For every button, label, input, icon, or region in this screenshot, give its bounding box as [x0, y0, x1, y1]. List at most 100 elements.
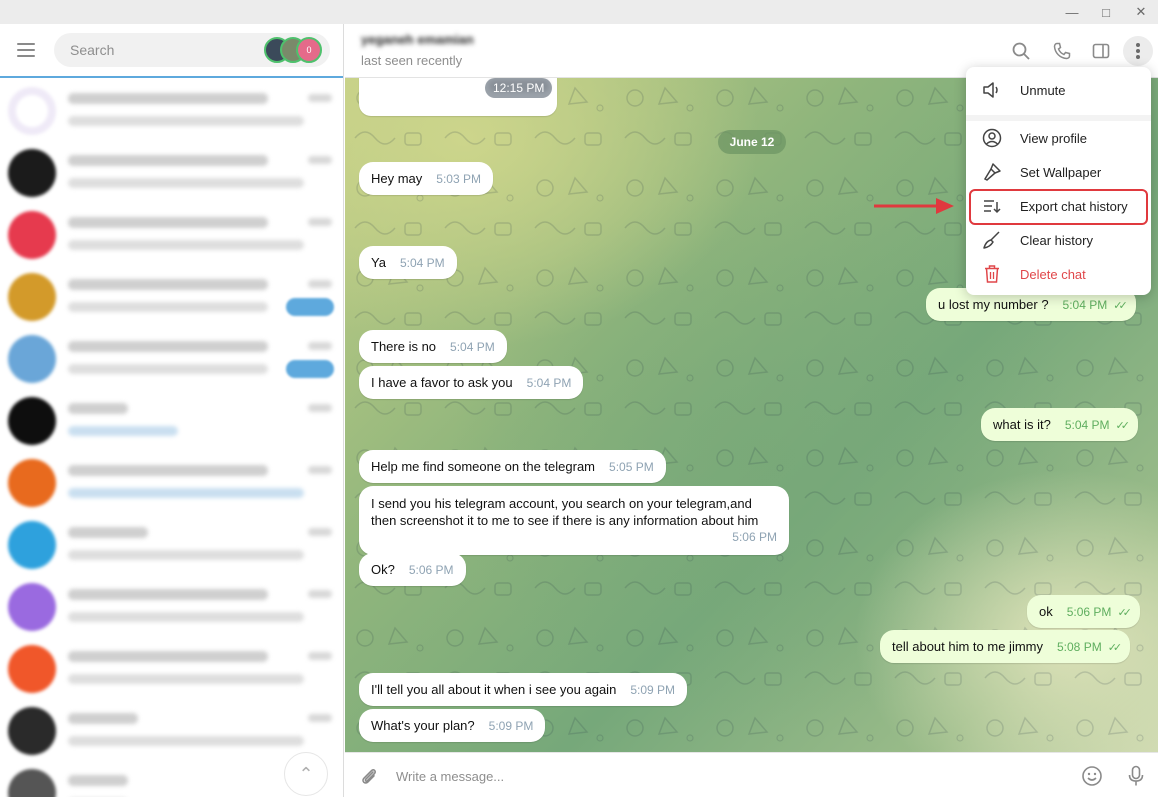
chat-date-blurred	[308, 342, 332, 350]
search-icon[interactable]	[1008, 38, 1034, 64]
message-time: 5:03 PM	[436, 172, 481, 186]
message-outgoing[interactable]: what is it? 5:04 PM ✓✓	[981, 408, 1138, 441]
message-incoming[interactable]: Hey may 5:03 PM	[359, 162, 493, 195]
chat-list-item[interactable]	[0, 452, 343, 514]
annotation-arrow-icon	[874, 198, 954, 214]
message-outgoing[interactable]: ok 5:06 PM ✓✓	[1027, 595, 1140, 628]
chat-preview-blurred	[68, 674, 304, 684]
chat-preview-blurred	[68, 302, 268, 312]
microphone-icon[interactable]	[1124, 764, 1148, 788]
menu-item-view-profile[interactable]: View profile	[966, 121, 1151, 155]
chat-title-blurred	[68, 651, 268, 662]
broom-icon	[982, 230, 1002, 250]
message-text: ok	[1039, 604, 1053, 619]
minimize-button[interactable]: —	[1062, 2, 1082, 22]
chat-list-item[interactable]	[0, 328, 343, 390]
chat-preview-blurred	[68, 736, 304, 746]
avatar	[8, 273, 56, 321]
read-checkmarks-icon: ✓✓	[1113, 300, 1128, 312]
message-time: 5:09 PM	[488, 719, 534, 733]
chat-list-item[interactable]	[0, 390, 343, 452]
chat-list-item[interactable]	[0, 514, 343, 576]
avatar	[8, 521, 56, 569]
chat-list-item[interactable]	[0, 700, 343, 762]
message-text: tell about him to me jimmy	[892, 639, 1043, 654]
avatar	[8, 707, 56, 755]
attach-icon[interactable]	[357, 764, 381, 788]
message-time: 5:04 PM	[1062, 298, 1108, 312]
chat-preview-blurred	[68, 178, 304, 188]
menu-item-clear-history[interactable]: Clear history	[966, 223, 1151, 257]
message-incoming[interactable]: I send you his telegram account, you sea…	[359, 486, 789, 555]
search-placeholder: Search	[70, 42, 115, 58]
chat-title-blurred	[68, 341, 268, 352]
phone-icon[interactable]	[1049, 38, 1075, 64]
chat-title-blurred	[68, 155, 268, 166]
brush-icon	[982, 162, 1002, 182]
sidebar-toggle-icon[interactable]	[1088, 38, 1114, 64]
chat-list-item[interactable]	[0, 80, 343, 142]
message-incoming[interactable]: What's your plan? 5:09 PM	[359, 709, 546, 742]
avatar	[8, 769, 56, 797]
message-incoming[interactable]: I have a favor to ask you 5:04 PM	[359, 366, 584, 399]
stories-strip[interactable]: 0	[264, 37, 326, 63]
maximize-button[interactable]: □	[1096, 2, 1116, 22]
contact-name[interactable]: yeganeh emamian	[361, 32, 474, 47]
menu-item-delete-chat[interactable]: Delete chat	[966, 257, 1151, 291]
message-input[interactable]: Write a message...	[396, 769, 504, 784]
message-incoming[interactable]: Help me find someone on the telegram 5:05…	[359, 450, 666, 483]
more-options-icon[interactable]	[1123, 36, 1153, 66]
menu-item-set-wallpaper[interactable]: Set Wallpaper	[966, 155, 1151, 189]
avatar	[8, 87, 56, 135]
chat-date-blurred	[308, 218, 332, 226]
media-time: 12:15 PM	[485, 78, 553, 98]
message-text: Ok?	[371, 562, 395, 577]
message-time: 5:05 PM	[609, 460, 654, 474]
scroll-up-button[interactable]: ⌃	[284, 752, 328, 796]
chat-title-blurred	[68, 403, 128, 414]
chat-list-item[interactable]	[0, 142, 343, 204]
window-title-bar: — □ ✕	[0, 0, 1158, 24]
media-message-card[interactable]: 12:15 PM	[359, 78, 557, 116]
message-text: Hey may	[371, 171, 423, 186]
message-text: Ya	[371, 255, 386, 270]
message-time: 5:09 PM	[630, 683, 676, 697]
chat-list-item[interactable]	[0, 204, 343, 266]
message-text: I send you his telegram account, you sea…	[371, 496, 759, 528]
chat-options-menu: Unmute View profile Set Wallpaper Export…	[966, 67, 1151, 295]
chat-list-item[interactable]	[0, 576, 343, 638]
chat-list	[0, 80, 343, 797]
message-incoming[interactable]: Ya 5:04 PM	[359, 246, 457, 279]
message-time: 5:04 PM	[1064, 418, 1110, 432]
message-incoming[interactable]: I'll tell you all about it when i see yo…	[359, 673, 688, 706]
avatar	[8, 335, 56, 383]
menu-item-unmute[interactable]: Unmute	[966, 73, 1151, 107]
open-pill-blurred[interactable]	[286, 360, 334, 378]
story-avatar[interactable]: 0	[296, 37, 322, 63]
avatar	[8, 645, 56, 693]
chat-list-item[interactable]	[0, 266, 343, 328]
open-pill-blurred[interactable]	[286, 298, 334, 316]
chat-preview-blurred	[68, 116, 304, 126]
chat-title-blurred	[68, 713, 138, 724]
message-outgoing[interactable]: tell about him to me jimmy 5:08 PM ✓✓	[880, 630, 1131, 663]
menu-item-label: Unmute	[1020, 83, 1066, 98]
menu-icon[interactable]	[17, 43, 35, 57]
message-incoming[interactable]: There is no 5:04 PM	[359, 330, 507, 363]
message-time: 5:04 PM	[526, 376, 572, 390]
chat-title-blurred	[68, 279, 268, 290]
chat-preview-blurred	[68, 426, 178, 436]
message-incoming[interactable]: Ok? 5:06 PM	[359, 553, 466, 586]
emoji-icon[interactable]	[1080, 764, 1104, 788]
read-checkmarks-icon: ✓✓	[1107, 642, 1123, 654]
close-button[interactable]: ✕	[1131, 2, 1151, 22]
read-checkmarks-icon: ✓✓	[1115, 420, 1131, 432]
profile-icon	[982, 128, 1002, 148]
chat-list-item[interactable]	[0, 638, 343, 700]
chat-preview-blurred	[68, 364, 268, 374]
search-input[interactable]: Search 0	[54, 33, 330, 67]
chat-preview-blurred	[68, 488, 304, 498]
message-time: 5:06 PM	[408, 563, 454, 577]
avatar	[8, 397, 56, 445]
message-text: Help me find someone on the telegram	[371, 459, 596, 474]
